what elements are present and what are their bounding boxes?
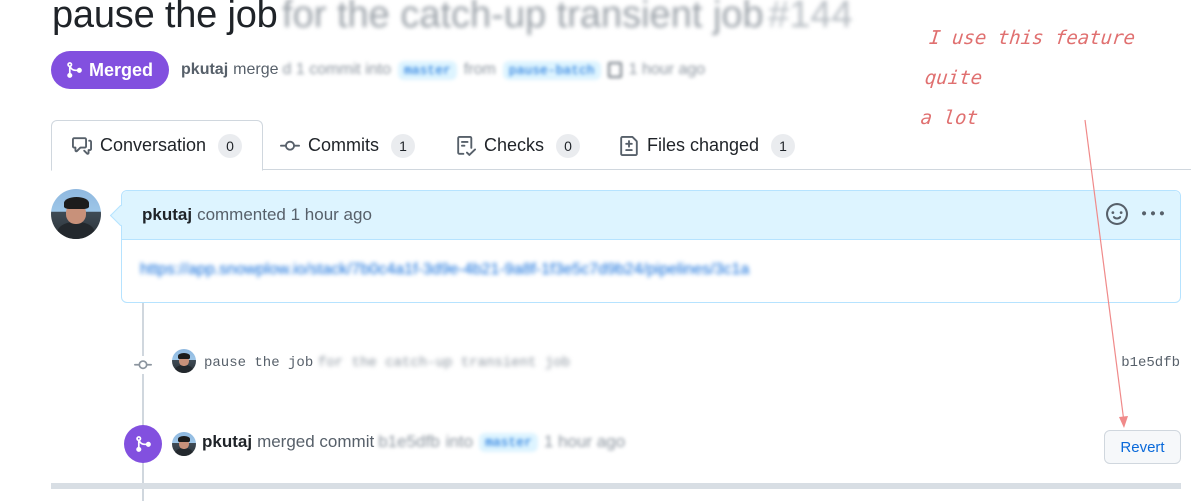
- merge-event-badge: [124, 425, 162, 463]
- kebab-menu-icon[interactable]: [1142, 203, 1164, 225]
- merge-details-text: d 1 commit into: [282, 61, 391, 78]
- merged-status-label: Merged: [89, 59, 154, 80]
- head-branch[interactable]: pause-batch: [502, 60, 601, 80]
- pr-tabs: Conversation 0 Commits 1 Checks 0 Files …: [51, 120, 1191, 171]
- comment-body-link[interactable]: https://app.snowplow.io/stack/7b0c4a1f-3…: [140, 261, 749, 279]
- pr-meta: Merged pkutaj merge d 1 commit into mast…: [51, 51, 705, 89]
- comment-author[interactable]: pkutaj: [142, 205, 192, 225]
- pr-time: 1 hour ago: [628, 61, 706, 78]
- pr-merge-verb: merge: [233, 61, 279, 78]
- tab-files-changed-count: 1: [771, 133, 796, 158]
- pr-title: pause the job: [52, 0, 278, 36]
- git-merge-icon: [67, 62, 82, 78]
- merge-details: b1e5dfb into master 1 hour ago: [378, 432, 625, 452]
- comment-time[interactable]: 1 hour ago: [291, 205, 372, 225]
- comment-actions: [1106, 203, 1164, 225]
- comment-header: pkutaj commented 1 hour ago: [122, 191, 1180, 240]
- git-merge-icon: [136, 436, 151, 452]
- pr-title-row: pause the job for the catch-up transient…: [52, 0, 853, 42]
- commit-sha[interactable]: b1e5dfb: [1121, 355, 1180, 371]
- comment-box: pkutaj commented 1 hour ago https://app.…: [121, 190, 1181, 303]
- tab-checks[interactable]: Checks 0: [456, 120, 581, 171]
- author-avatar[interactable]: [51, 189, 101, 239]
- from-text: from: [463, 61, 496, 78]
- tab-commits[interactable]: Commits 1: [280, 120, 415, 171]
- merge-text: merged commit: [257, 432, 375, 451]
- pr-merge-details: d 1 commit into master from pause-batch …: [282, 60, 706, 80]
- merger-avatar[interactable]: [172, 432, 196, 456]
- tab-files-changed-label: Files changed: [647, 135, 760, 155]
- pr-title-blurred: for the catch-up transient job: [282, 0, 764, 36]
- commit-message[interactable]: pause the job: [204, 355, 313, 371]
- annotation-line-1: I use this feature quite: [923, 27, 1137, 89]
- base-branch[interactable]: master: [397, 60, 457, 80]
- tab-conversation[interactable]: Conversation 0: [51, 120, 264, 171]
- comment-discussion-icon: [72, 136, 92, 155]
- git-commit-icon: [134, 356, 152, 374]
- merge-sha[interactable]: b1e5dfb: [378, 432, 439, 452]
- merge-time: 1 hour ago: [543, 432, 626, 451]
- git-commit-icon: [280, 140, 300, 151]
- timeline-commit: pause the job for the catch-up transient…: [130, 350, 1180, 378]
- merged-status-badge: Merged: [51, 51, 170, 89]
- tab-conversation-count: 0: [218, 133, 243, 158]
- revert-button[interactable]: Revert: [1104, 430, 1181, 464]
- copy-icon[interactable]: [607, 62, 622, 78]
- bottom-divider: [51, 483, 1181, 489]
- commit-author-avatar[interactable]: [172, 349, 196, 373]
- smiley-icon[interactable]: [1106, 203, 1128, 225]
- tab-files-changed[interactable]: Files changed 1: [619, 120, 796, 171]
- tab-commits-count: 1: [391, 133, 415, 158]
- checklist-icon: [457, 135, 476, 156]
- commit-message-blurred[interactable]: for the catch-up transient job: [318, 355, 570, 371]
- timeline-line: [142, 303, 144, 501]
- comment-action: commented: [197, 205, 286, 224]
- file-diff-icon: [620, 135, 638, 156]
- merge-branch[interactable]: master: [479, 432, 538, 452]
- merge-event-text: pkutaj merged commit b1e5dfb into master…: [202, 432, 625, 452]
- pr-number: #144: [768, 0, 853, 36]
- merge-author[interactable]: pkutaj: [202, 432, 252, 452]
- tab-checks-label: Checks: [484, 135, 545, 155]
- tab-commits-label: Commits: [308, 135, 379, 155]
- tab-conversation-label: Conversation: [100, 135, 207, 155]
- merge-into: into: [445, 432, 474, 451]
- tab-checks-count: 0: [556, 133, 581, 158]
- pr-author-link[interactable]: pkutaj: [181, 61, 228, 79]
